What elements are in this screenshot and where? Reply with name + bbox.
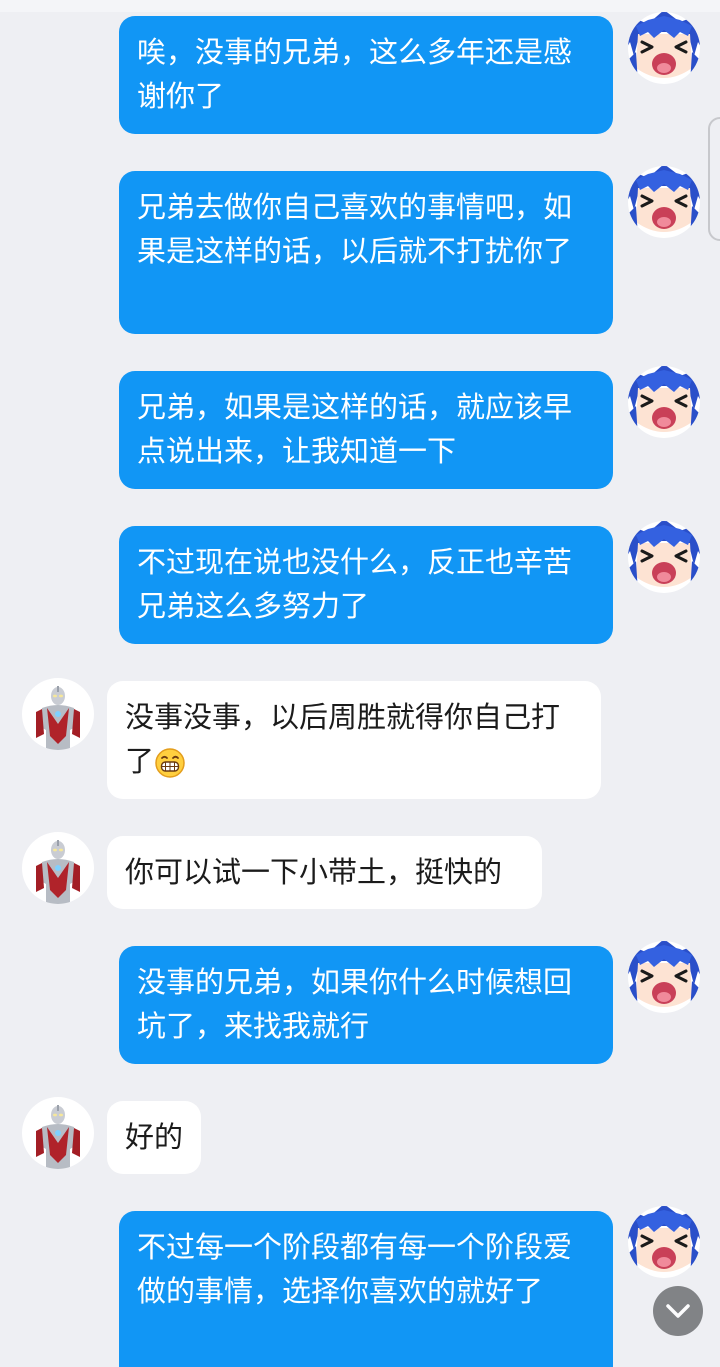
anime-girl-avatar [628, 1206, 700, 1278]
anime-girl-avatar [628, 521, 700, 593]
anime-girl-avatar [628, 366, 700, 438]
message-bubble[interactable]: 好的 [107, 1101, 201, 1174]
anime-girl-avatar [628, 166, 700, 238]
message-text: 不过每一个阶段都有每一个阶段爱做的事情，选择你喜欢的就好了 [137, 1230, 573, 1308]
message-bubble[interactable]: 唉，没事的兄弟，这么多年还是感谢你了 [119, 16, 613, 134]
friend-avatar[interactable] [22, 832, 94, 904]
friend-avatar[interactable] [22, 1097, 94, 1169]
scroll-to-bottom-button[interactable] [653, 1286, 703, 1336]
message-bubble[interactable]: 兄弟去做你自己喜欢的事情吧，如果是这样的话，以后就不打扰你了 [119, 171, 613, 334]
my-avatar[interactable] [628, 941, 700, 1013]
message-text: 没事没事，以后周胜就得你自己打了 [125, 700, 561, 778]
message-bubble[interactable]: 没事的兄弟，如果你什么时候想回坑了，来找我就行 [119, 946, 613, 1064]
my-avatar[interactable] [628, 12, 700, 84]
message-bubble[interactable]: 不过每一个阶段都有每一个阶段爱做的事情，选择你喜欢的就好了 [119, 1211, 613, 1367]
message-text: 好的 [125, 1120, 184, 1154]
message-bubble[interactable]: 兄弟，如果是这样的话，就应该早点说出来，让我知道一下 [119, 371, 613, 489]
ultraman-avatar [22, 678, 94, 750]
message-text: 兄弟去做你自己喜欢的事情吧，如果是这样的话，以后就不打扰你了 [137, 190, 573, 268]
anime-girl-avatar [628, 12, 700, 84]
ultraman-avatar [22, 1097, 94, 1169]
ultraman-avatar [22, 832, 94, 904]
message-bubble[interactable]: 不过现在说也没什么，反正也辛苦兄弟这么多努力了 [119, 526, 613, 644]
my-avatar[interactable] [628, 366, 700, 438]
message-text: 没事的兄弟，如果你什么时候想回坑了，来找我就行 [137, 965, 573, 1043]
message-text: 你可以试一下小带土，挺快的 [125, 855, 503, 889]
friend-avatar[interactable] [22, 678, 94, 750]
message-text: 唉，没事的兄弟，这么多年还是感谢你了 [137, 35, 573, 113]
message-bubble[interactable]: 你可以试一下小带土，挺快的 [107, 836, 542, 909]
message-text: 不过现在说也没什么，反正也辛苦兄弟这么多努力了 [137, 545, 573, 623]
my-avatar[interactable] [628, 166, 700, 238]
chevron-down-icon [666, 1304, 690, 1318]
message-text: 兄弟，如果是这样的话，就应该早点说出来，让我知道一下 [137, 390, 573, 468]
anime-girl-avatar [628, 941, 700, 1013]
top-edge [0, 0, 720, 12]
my-avatar[interactable] [628, 521, 700, 593]
side-drawer-handle[interactable] [708, 117, 720, 241]
message-bubble[interactable]: 没事没事，以后周胜就得你自己打了 [107, 681, 601, 799]
grin-emoji-icon [155, 748, 185, 778]
my-avatar[interactable] [628, 1206, 700, 1278]
